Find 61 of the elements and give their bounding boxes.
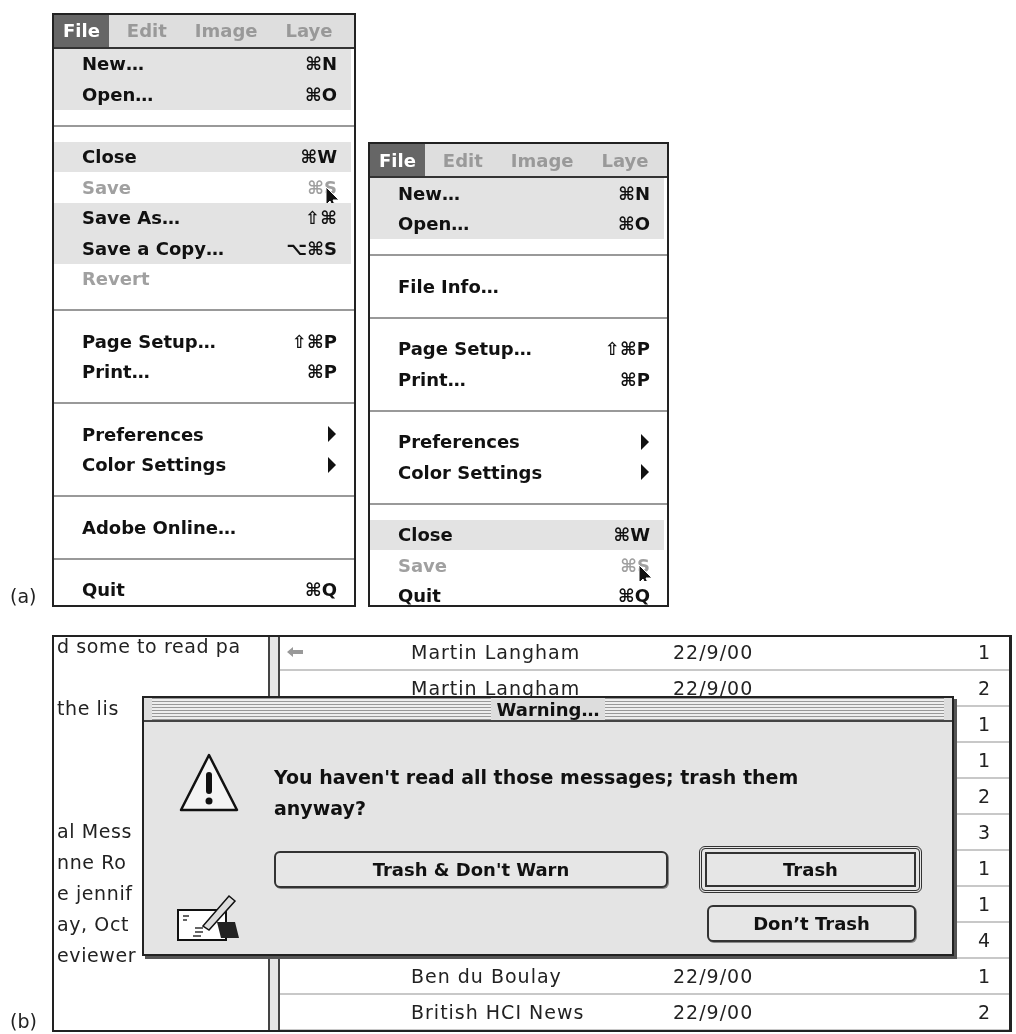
- sender-name: Martin Langham: [411, 677, 581, 699]
- dialog-button[interactable]: Trash: [699, 846, 922, 893]
- dialog-button[interactable]: Trash & Don't Warn: [274, 851, 668, 888]
- shortcut-label: ⌘N: [618, 182, 650, 204]
- message-count: 1: [977, 857, 991, 879]
- shortcut-label: ⌘Q: [618, 585, 650, 605]
- menu-item[interactable]: Close ⌘W: [54, 141, 351, 172]
- message-count: 2: [977, 677, 991, 699]
- menu-item[interactable]: Open… ⌘O: [54, 79, 351, 110]
- message-date: 22/9/00: [673, 1001, 754, 1023]
- menu-item[interactable]: Open… ⌘O: [370, 208, 664, 239]
- shortcut-label: ⌘O: [305, 83, 337, 105]
- message-date: 22/9/00: [673, 965, 754, 987]
- shortcut-label: ⌘N: [305, 53, 337, 75]
- message-count: 1: [977, 893, 991, 915]
- warning-icon: [178, 752, 240, 814]
- warning-message: You haven't read all those messages; trash them anyway?: [274, 765, 800, 821]
- shortcut-label: ⌥⌘S: [286, 237, 337, 259]
- message-text: al Mess: [57, 819, 133, 844]
- menu-title[interactable]: File: [54, 14, 109, 47]
- message-text: the lis: [57, 696, 119, 721]
- shortcut-label: ⌘W: [613, 524, 650, 546]
- message-count: 1: [977, 749, 991, 771]
- message-text: ay, Oct: [57, 912, 130, 937]
- message-row[interactable]: Martin Langham 22/9/00 1: [280, 637, 1009, 671]
- message-count: 3: [977, 821, 991, 843]
- message-count: 4: [977, 929, 991, 951]
- figure-label: (a): [9, 585, 38, 607]
- message-row[interactable]: British HCI News 22/9/00 2: [280, 995, 1009, 1030]
- menu-title[interactable]: File: [370, 144, 425, 176]
- shortcut-label: ⇧⌘P: [605, 338, 650, 360]
- shortcut-label: ⌘Q: [305, 579, 337, 601]
- message-text: e jennif: [57, 881, 133, 906]
- menu-item[interactable]: Save As… ⇧⌘: [54, 202, 351, 233]
- message-count: 1: [977, 641, 991, 663]
- sender-name: Martin Langham: [411, 641, 581, 663]
- letter-pen-icon: [177, 892, 241, 942]
- shortcut-label: ⌘W: [300, 146, 337, 168]
- dialog-title-bar[interactable]: Warning…: [144, 698, 952, 722]
- message-count: 1: [977, 965, 991, 987]
- sender-name: Ben du Boulay: [411, 965, 562, 987]
- shortcut-label: ⌘P: [307, 361, 337, 383]
- menu-item[interactable]: Save a Copy… ⌥⌘S: [54, 233, 351, 264]
- shortcut-label: ⇧⌘: [305, 207, 337, 229]
- message-count: 2: [977, 785, 991, 807]
- menu-item[interactable]: New… ⌘N: [54, 48, 351, 79]
- sender-name: British HCI News: [411, 1001, 585, 1023]
- shortcut-label: ⌘P: [620, 368, 650, 390]
- message-date: 22/9/00: [673, 641, 754, 663]
- dialog-button[interactable]: Don’t Trash: [707, 905, 916, 942]
- message-text: nne Ro: [57, 850, 127, 875]
- message-text: eviewer: [57, 943, 137, 968]
- message-count: 2: [977, 1001, 991, 1023]
- message-text: d some to read pa: [57, 637, 241, 659]
- menu-item[interactable]: New… ⌘N: [370, 178, 664, 209]
- menu-item[interactable]: Close ⌘W: [370, 519, 664, 550]
- shortcut-label: ⌘O: [618, 213, 650, 235]
- message-count: 1: [977, 713, 991, 735]
- shortcut-label: ⇧⌘P: [292, 330, 337, 352]
- message-date: 22/9/00: [673, 677, 754, 699]
- figure-label: (b): [9, 1010, 38, 1032]
